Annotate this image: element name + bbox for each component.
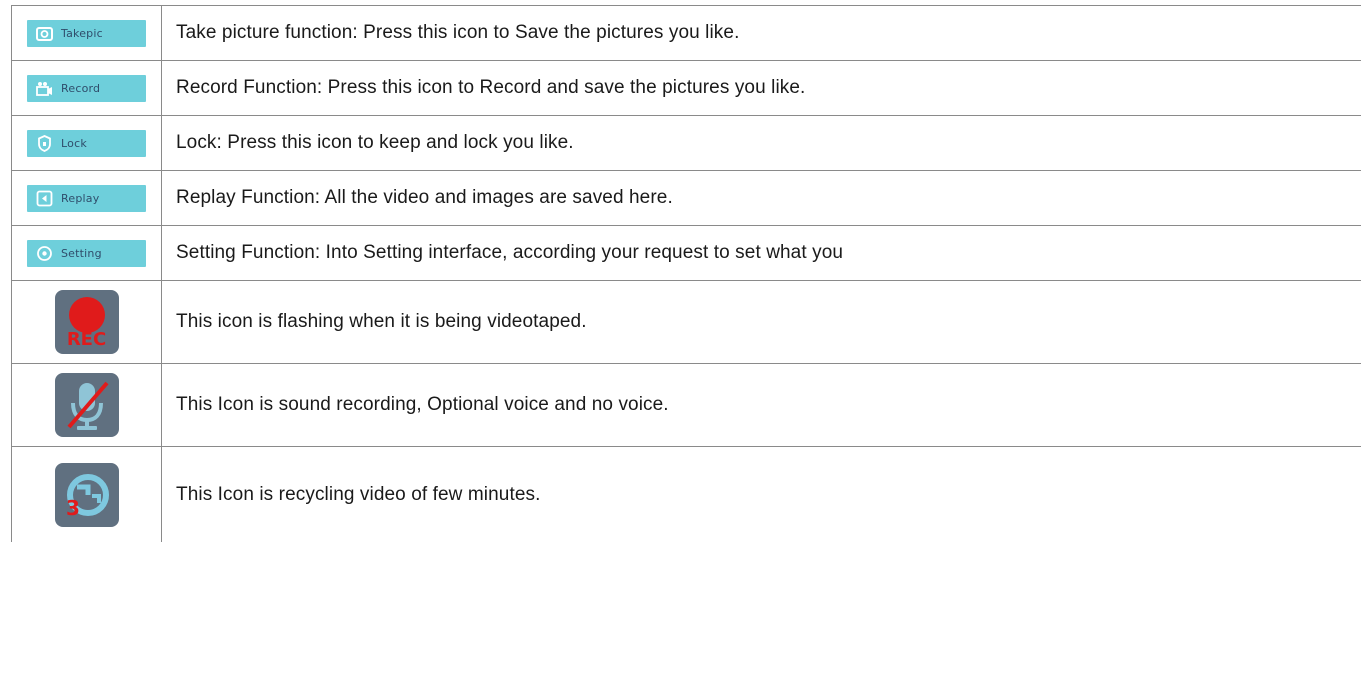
video-camera-icon (36, 80, 53, 97)
rec-description: This icon is flashing when it is being v… (176, 311, 587, 332)
gear-icon (36, 245, 53, 262)
rec-dot (68, 297, 105, 333)
camera-icon (36, 25, 53, 42)
table-row-record: Record Record Function: Press this icon … (11, 61, 1361, 116)
record-description: Record Function: Press this icon to Reco… (176, 77, 806, 98)
icon-cell (11, 364, 162, 446)
icon-cell: Takepic (11, 6, 162, 60)
table-row-rec: REC This icon is flashing when it is bei… (11, 281, 1361, 364)
microphone-description: This Icon is sound recording, Optional v… (176, 394, 669, 415)
setting-button[interactable]: Setting (27, 239, 146, 267)
microphone-muted-icon[interactable] (54, 373, 119, 437)
function-table: Takepic Take picture function: Press thi… (11, 5, 1361, 542)
replay-button-label: Replay (61, 191, 100, 205)
icon-cell: REC (11, 281, 162, 363)
rec-label: REC (66, 329, 107, 350)
table-row-setting: Setting Setting Function: Into Setting i… (11, 226, 1361, 281)
takepic-button[interactable]: Takepic (27, 19, 146, 47)
replay-button[interactable]: Replay (27, 184, 146, 212)
icon-cell: Setting (11, 226, 162, 280)
table-row-replay: Replay Replay Function: All the video an… (11, 171, 1361, 226)
record-button-label: Record (61, 81, 101, 95)
table-row-microphone: This Icon is sound recording, Optional v… (11, 364, 1361, 447)
loop-minutes-label: 3 (66, 496, 80, 520)
loop-recording-icon[interactable]: 3 (54, 462, 119, 527)
icon-cell: 3 (11, 447, 162, 542)
icon-cell: Replay (11, 171, 162, 225)
setting-button-label: Setting (61, 246, 102, 260)
icon-cell: Lock (11, 116, 162, 170)
record-button[interactable]: Record (27, 74, 146, 102)
lock-button-label: Lock (61, 136, 87, 150)
lock-button[interactable]: Lock (27, 129, 146, 157)
icon-cell: Record (11, 61, 162, 115)
table-row-takepic: Takepic Take picture function: Press thi… (11, 6, 1361, 61)
takepic-description: Take picture function: Press this icon t… (176, 22, 740, 43)
lock-description: Lock: Press this icon to keep and lock y… (176, 132, 574, 153)
replay-icon (36, 190, 53, 207)
table-row-lock: Lock Lock: Press this icon to keep and l… (11, 116, 1361, 171)
takepic-button-label: Takepic (61, 26, 103, 40)
lock-icon (36, 134, 53, 152)
loop-description: This Icon is recycling video of few minu… (176, 483, 541, 505)
setting-description: Setting Function: Into Setting interface… (176, 242, 844, 263)
replay-description: Replay Function: All the video and image… (176, 187, 673, 208)
table-row-loop: 3 This Icon is recycling video of few mi… (11, 447, 1361, 542)
rec-indicator-icon: REC (54, 290, 119, 354)
